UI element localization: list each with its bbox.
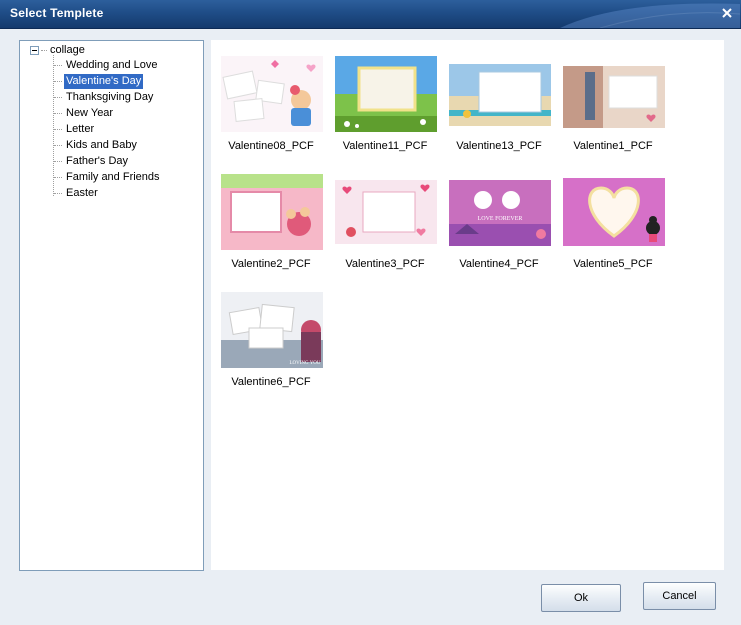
tree-connector xyxy=(54,129,62,130)
tree-connector xyxy=(54,145,62,146)
template-name: Valentine5_PCF xyxy=(573,258,653,270)
tree-item-letter[interactable]: Letter xyxy=(54,122,96,137)
tree-item-label: Easter xyxy=(66,187,98,199)
template-item[interactable]: Valentine13_PCF xyxy=(439,40,553,152)
tree-item-label: Kids and Baby xyxy=(66,139,137,151)
cancel-button[interactable]: Cancel xyxy=(643,582,716,610)
template-thumbnail xyxy=(221,56,323,132)
template-item[interactable]: Valentine1_PCF xyxy=(553,40,667,152)
tree-item-wedding-and-love[interactable]: Wedding and Love xyxy=(54,58,160,73)
template-thumbnail xyxy=(563,178,665,246)
tree-item-kids-and-baby[interactable]: Kids and Baby xyxy=(54,138,139,153)
tree-item-label: Father's Day xyxy=(66,155,129,167)
tree-connector xyxy=(54,97,62,98)
template-name: Valentine1_PCF xyxy=(573,140,653,152)
tree-item-fathers-day[interactable]: Father's Day xyxy=(54,154,130,169)
tree-connector xyxy=(54,161,62,162)
thumb-text-loving: LOVING YOU xyxy=(289,361,320,366)
title-bar-decoration xyxy=(560,0,740,28)
tree-item-label: Family and Friends xyxy=(66,171,160,183)
template-name: Valentine4_PCF xyxy=(459,258,539,270)
template-name: Valentine3_PCF xyxy=(345,258,425,270)
template-item[interactable]: Valentine3_PCF xyxy=(325,158,439,270)
template-gallery[interactable]: Valentine08_PCF Valentine11_PCF Valentin… xyxy=(211,40,724,570)
tree-item-label: Wedding and Love xyxy=(66,59,158,71)
template-item[interactable]: LOVE FOREVER Valentine4_PCF xyxy=(439,158,553,270)
tree-item-label: New Year xyxy=(66,107,114,119)
template-thumbnail xyxy=(449,64,551,126)
template-item[interactable]: Valentine5_PCF xyxy=(553,158,667,270)
tree-connector xyxy=(54,81,62,82)
tree-connector xyxy=(54,113,62,114)
window-title: Select Templete xyxy=(10,6,104,20)
template-thumbnail xyxy=(335,56,437,132)
tree-item-label: Valentine's Day xyxy=(64,74,144,89)
template-name: Valentine11_PCF xyxy=(342,140,428,152)
tree-item-valentines-day[interactable]: Valentine's Day xyxy=(54,74,144,89)
template-name: Valentine13_PCF xyxy=(456,140,542,152)
template-thumbnail xyxy=(563,66,665,128)
tree-connector xyxy=(41,49,47,51)
template-thumbnail xyxy=(335,180,437,244)
tree-item-thanksgiving-day[interactable]: Thanksgiving Day xyxy=(54,90,155,105)
thumb-text-love-forever: LOVE FOREVER xyxy=(478,216,523,222)
template-name: Valentine08_PCF xyxy=(228,140,314,152)
template-name: Valentine2_PCF xyxy=(231,258,311,270)
template-thumbnail: LOVING YOU xyxy=(221,292,323,368)
tree-item-family-and-friends[interactable]: Family and Friends xyxy=(54,170,162,185)
tree-item-label: Thanksgiving Day xyxy=(66,91,154,103)
template-item[interactable]: Valentine08_PCF xyxy=(211,40,325,152)
tree-item-new-year[interactable]: New Year xyxy=(54,106,115,121)
template-thumbnail: LOVE FOREVER xyxy=(449,180,551,246)
tree-item-easter[interactable]: Easter xyxy=(54,186,100,201)
title-bar: Select Templete xyxy=(0,0,741,29)
tree-root-collage[interactable]: collage xyxy=(30,44,85,56)
close-icon xyxy=(722,8,732,18)
template-item[interactable]: Valentine11_PCF xyxy=(325,40,439,152)
template-item[interactable]: Valentine2_PCF xyxy=(211,158,325,270)
category-tree[interactable]: collage Wedding and Love Valentine's Day… xyxy=(19,40,204,571)
tree-root-label: collage xyxy=(50,44,85,56)
tree-connector xyxy=(54,177,62,178)
template-thumbnail xyxy=(221,174,323,250)
template-item[interactable]: LOVING YOU Valentine6_PCF xyxy=(211,276,325,388)
tree-connector xyxy=(54,65,62,66)
tree-item-label: Letter xyxy=(66,123,95,135)
close-button[interactable] xyxy=(719,5,735,21)
template-name: Valentine6_PCF xyxy=(231,376,311,388)
collapse-icon[interactable] xyxy=(30,45,39,55)
ok-button[interactable]: Ok xyxy=(541,584,621,612)
tree-connector xyxy=(54,193,62,194)
